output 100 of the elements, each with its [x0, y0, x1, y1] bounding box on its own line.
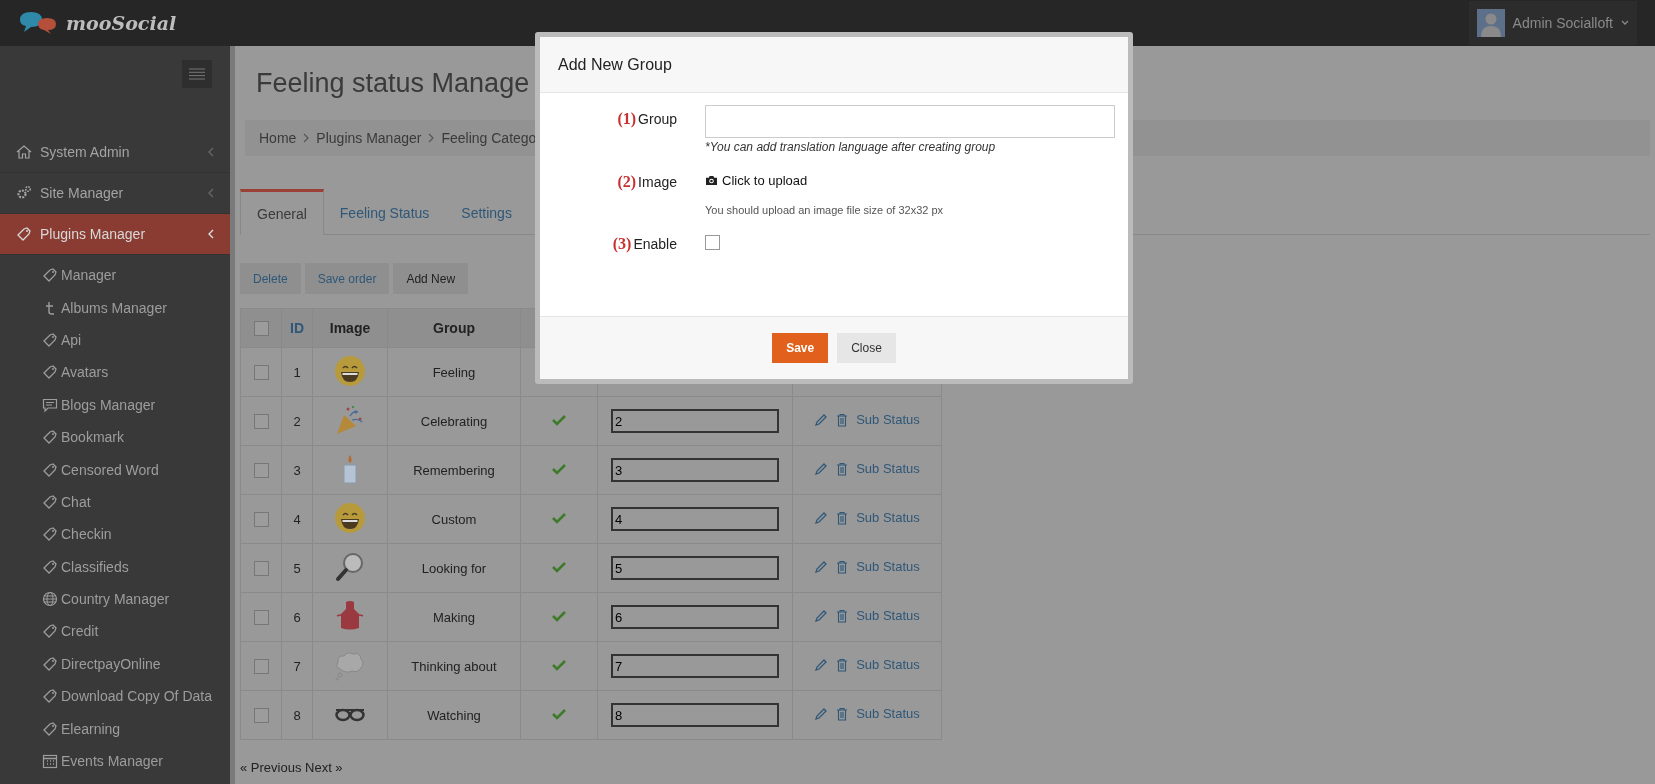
order-field[interactable]: 8 [611, 703, 779, 727]
tag-icon [42, 267, 58, 284]
chevron-icon [208, 188, 214, 198]
step-number: (2) [617, 173, 637, 190]
pencil-icon[interactable] [814, 706, 829, 721]
sidebar-item[interactable]: Credit [0, 615, 230, 648]
pencil-icon[interactable] [814, 559, 829, 574]
table-cell: Looking for [387, 543, 521, 593]
tag-icon [16, 226, 32, 242]
order-field[interactable]: 5 [611, 556, 779, 580]
row-checkbox[interactable] [253, 512, 269, 528]
user-menu[interactable]: Admin Socialloft [1468, 1, 1637, 45]
tag-icon [42, 720, 58, 737]
step-number: (1) [617, 110, 637, 127]
table-cell: Remembering [387, 445, 521, 495]
chevron-icon [208, 229, 214, 239]
sub-status-link[interactable]: Sub Status [856, 510, 920, 526]
save-button[interactable]: Save [772, 333, 829, 363]
sidebar-item[interactable]: Censored Word [0, 453, 230, 486]
trash-icon[interactable] [836, 559, 849, 574]
sidebar-item[interactable]: Classifieds [0, 550, 230, 583]
sidebar-section[interactable]: Plugins Manager [0, 214, 230, 255]
row-checkbox[interactable] [253, 708, 269, 724]
menu-button[interactable] [182, 60, 212, 88]
calendar-icon [42, 753, 58, 770]
row-checkbox[interactable] [253, 659, 269, 675]
sidebar-section[interactable]: System Admin [0, 132, 230, 173]
pagination-link[interactable]: « Previous Next » [240, 760, 1650, 775]
trash-icon[interactable] [836, 510, 849, 525]
logo-text: mooSocial [66, 12, 177, 34]
trash-icon[interactable] [836, 657, 849, 672]
table-cell: 1 [281, 347, 313, 397]
action-button[interactable]: Save order [304, 263, 390, 294]
tab[interactable]: Feeling Status [323, 189, 446, 234]
sidebar-item[interactable]: Events Manager [0, 744, 230, 778]
hint-text: You should upload an image file size of 32x32 px [705, 204, 945, 216]
sidebar-item[interactable]: Avatars [0, 356, 230, 389]
order-field[interactable]: 3 [611, 458, 779, 482]
order-field[interactable]: 2 [611, 409, 779, 433]
sub-status-link[interactable]: Sub Status [856, 608, 920, 624]
tag-icon [42, 558, 58, 575]
tab[interactable]: Settings [445, 189, 528, 234]
sub-status-link[interactable]: Sub Status [856, 412, 920, 428]
row-checkbox[interactable] [253, 365, 269, 381]
sidebar-item[interactable]: Albums Manager [0, 291, 230, 324]
sidebar-item[interactable]: Elearning [0, 712, 230, 745]
order-field[interactable]: 4 [611, 507, 779, 531]
table-cell: 6 [281, 592, 313, 642]
order-field[interactable]: 7 [611, 654, 779, 678]
tab[interactable]: General [240, 189, 324, 235]
chevron-right-icon [428, 133, 435, 143]
table-cell: Custom [387, 494, 521, 544]
pencil-icon[interactable] [814, 461, 829, 476]
sub-status-link[interactable]: Sub Status [856, 706, 920, 722]
trash-icon[interactable] [836, 412, 849, 427]
camera-icon [705, 175, 718, 186]
trash-icon[interactable] [836, 608, 849, 623]
pencil-icon[interactable] [814, 657, 829, 672]
sidebar-item[interactable]: Blogs Manager [0, 388, 230, 421]
pencil-icon[interactable] [814, 412, 829, 427]
breadcrumb-link[interactable]: Plugins Manager [316, 130, 422, 146]
tag-icon [42, 688, 58, 705]
pencil-icon[interactable] [814, 510, 829, 525]
close-button[interactable]: Close [837, 333, 896, 363]
table-cell: Watching [387, 690, 521, 740]
caret-icon [1621, 20, 1629, 26]
select-all-checkbox[interactable] [253, 321, 269, 337]
order-field[interactable]: 6 [611, 605, 779, 629]
globe-icon [42, 591, 58, 608]
sidebar-item[interactable]: Download Copy Of Data [0, 680, 230, 713]
sidebar-item[interactable]: Country Manager [0, 582, 230, 616]
tag-icon [42, 623, 58, 640]
sidebar-item[interactable]: DirectpayOnline [0, 647, 230, 681]
breadcrumb-link[interactable]: Home [259, 130, 297, 146]
sub-status-link[interactable]: Sub Status [856, 657, 920, 673]
sidebar-item[interactable]: Bookmark [0, 420, 230, 454]
row-checkbox[interactable] [253, 463, 269, 479]
breadcrumb-link[interactable]: Feeling Catego [441, 130, 537, 146]
sub-status-link[interactable]: Sub Status [856, 461, 920, 477]
action-button[interactable]: Delete [240, 263, 301, 294]
home-icon [16, 144, 32, 160]
row-checkbox[interactable] [253, 610, 269, 626]
action-button[interactable]: Add New [393, 263, 469, 294]
sidebar-item[interactable]: Manager [0, 259, 230, 292]
upload-link[interactable]: Click to upload [705, 168, 808, 188]
table-cell: 7 [281, 641, 313, 691]
table-cell: Thinking about [387, 641, 521, 691]
trash-icon[interactable] [836, 706, 849, 721]
sub-status-link[interactable]: Sub Status [856, 559, 920, 575]
row-checkbox[interactable] [253, 414, 269, 430]
sidebar-item[interactable]: Chat [0, 485, 230, 519]
trash-icon[interactable] [836, 461, 849, 476]
pencil-icon[interactable] [814, 608, 829, 623]
enable-checkbox[interactable] [705, 235, 720, 250]
sidebar-item[interactable]: Checkin [0, 518, 230, 551]
column-header[interactable]: ID [281, 308, 313, 348]
group-input-field[interactable] [705, 105, 1115, 138]
field-label: Enable [633, 236, 677, 252]
row-checkbox[interactable] [253, 561, 269, 577]
sidebar-item[interactable]: Api [0, 323, 230, 357]
